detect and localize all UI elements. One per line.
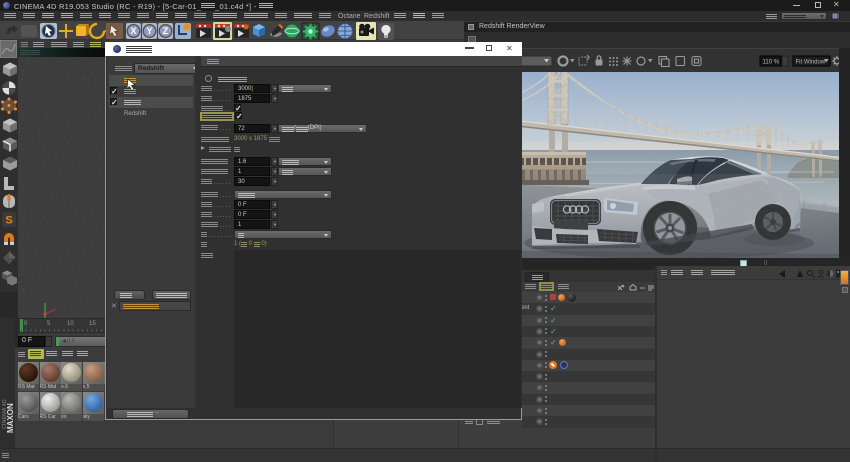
svg-text:X: X [130,26,136,36]
svg-text:CINEMA 4D: CINEMA 4D [2,399,8,429]
svg-text:S: S [5,215,12,227]
svg-text:Y: Y [146,26,152,36]
svg-text:Fit Window: Fit Window [796,60,826,66]
svg-text:Z: Z [163,26,169,36]
svg-text:110 %: 110 % [763,60,780,66]
